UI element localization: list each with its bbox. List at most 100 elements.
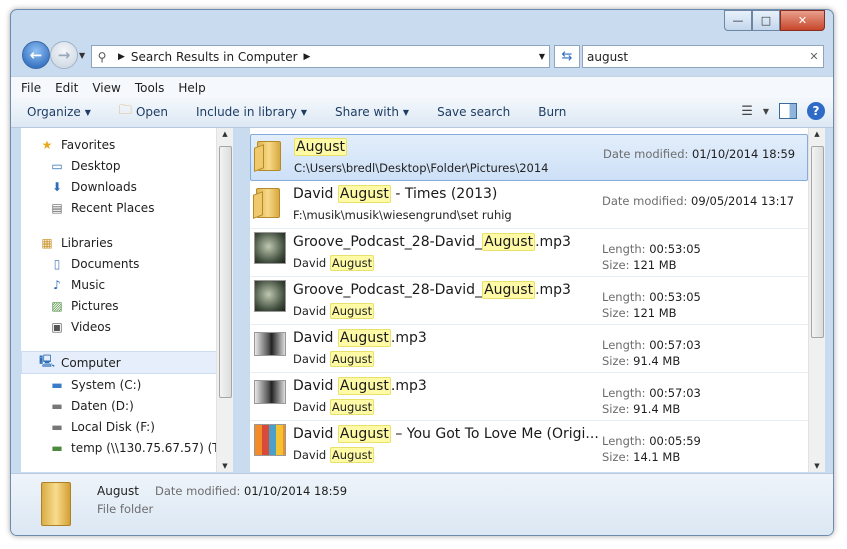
result-row[interactable]: Groove_Podcast_28-David_ August .mp3 David…: [250, 230, 808, 277]
scroll-down-icon[interactable]: ▼: [809, 462, 825, 470]
close-button[interactable]: ✕: [780, 10, 825, 31]
documents-icon: ▯: [53, 256, 61, 271]
burn-button[interactable]: Burn: [538, 105, 566, 119]
breadcrumb[interactable]: Search Results in Computer: [131, 50, 298, 64]
nav-label: Desktop: [71, 158, 121, 173]
result-size: Size: 14.1 MB: [602, 450, 681, 464]
drive-icon: ▬: [51, 419, 63, 434]
help-icon[interactable]: ?: [807, 102, 825, 120]
result-path: C:\Users\bredl\Desktop\Folder\Pictures\2…: [294, 161, 549, 175]
menu-file[interactable]: File: [21, 81, 41, 95]
result-row[interactable]: David August - Times (2013) F:\musik\mus…: [250, 182, 808, 229]
nav-music[interactable]: ♪ Music: [21, 274, 232, 295]
open-button[interactable]: 🗀 Open: [119, 101, 168, 123]
breadcrumb-separator[interactable]: ▶: [118, 52, 125, 62]
address-bar[interactable]: ⚲ ▶ Search Results in Computer ▶ ▼: [91, 45, 550, 68]
nav-desktop[interactable]: ▭ Desktop: [21, 155, 232, 176]
row-divider: [250, 324, 808, 325]
nav-label: Documents: [71, 256, 140, 271]
change-view-icon[interactable]: ☰: [741, 104, 753, 119]
result-row[interactable]: David August .mp3 David August Length: 00…: [250, 374, 808, 421]
nav-pictures[interactable]: ▨ Pictures: [21, 295, 232, 316]
minimize-button[interactable]: —: [724, 10, 752, 31]
windows-drive-icon: ▬: [51, 377, 63, 392]
scroll-up-icon[interactable]: ▲: [809, 130, 825, 138]
nav-temp-network-drive[interactable]: ▬ temp (\\130.75.67.57) (T:): [21, 437, 232, 458]
row-divider: [250, 228, 808, 229]
search-results-icon: ⚲: [97, 49, 107, 64]
save-search-label: Save search: [437, 105, 511, 119]
album-art-icon: [254, 332, 286, 356]
scroll-thumb[interactable]: [219, 146, 232, 398]
result-artist: David August: [293, 303, 375, 319]
downloads-icon: ⬇: [51, 179, 63, 194]
organize-button[interactable]: Organize ▼: [27, 105, 91, 119]
nav-label: Computer: [61, 355, 121, 370]
nav-videos[interactable]: ▣ Videos: [21, 316, 232, 337]
nav-favorites[interactable]: ★ Favorites: [21, 134, 232, 155]
result-name: August: [294, 138, 347, 156]
command-bar: Organize ▼ 🗀 Open Include in library ▼ Shar…: [11, 97, 833, 128]
view-controls: ☰ ▼ ?: [741, 102, 825, 120]
include-label: Include in library: [196, 105, 297, 119]
back-button[interactable]: ←: [22, 41, 50, 69]
clear-search-icon[interactable]: ✕: [805, 50, 823, 63]
folder-icon: [41, 482, 71, 526]
preview-pane-icon[interactable]: [779, 103, 797, 119]
results-scrollbar[interactable]: ▲ ▼: [808, 128, 825, 472]
refresh-button[interactable]: ⇆: [554, 45, 580, 68]
nav-label: Downloads: [71, 179, 137, 194]
result-row[interactable]: David August – You Got To Love Me (Origi…: [250, 422, 808, 469]
result-length: Length: 00:05:59: [602, 434, 701, 448]
menu-bar: File Edit View Tools Help: [11, 76, 833, 98]
nav-libraries[interactable]: ▦ Libraries: [21, 232, 232, 253]
explorer-window: — □ ✕ ← → ▼ ⚲ ▶ Search Results in Comput…: [10, 9, 834, 536]
result-row[interactable]: August C:\Users\bredl\Desktop\Folder\Pic…: [250, 134, 808, 181]
nav-system-drive[interactable]: ▬ System (C:): [21, 374, 232, 395]
result-row[interactable]: Groove_Podcast_28-David_ August .mp3 David…: [250, 278, 808, 325]
result-date: Date modified: 01/10/2014 18:59: [603, 147, 796, 161]
row-divider: [250, 276, 808, 277]
nav-daten-drive[interactable]: ▬ Daten (D:): [21, 395, 232, 416]
nav-documents[interactable]: ▯ Documents: [21, 253, 232, 274]
nav-recent-places[interactable]: ▤ Recent Places: [21, 197, 232, 218]
scroll-thumb[interactable]: [811, 146, 824, 338]
drive-icon: ▬: [51, 398, 63, 413]
menu-tools[interactable]: Tools: [135, 81, 165, 95]
search-box[interactable]: august ✕: [582, 45, 824, 68]
save-search-button[interactable]: Save search: [437, 105, 510, 119]
nav-label: Music: [71, 277, 106, 292]
results-list: August C:\Users\bredl\Desktop\Folder\Pic…: [250, 128, 808, 472]
nav-label: Pictures: [71, 298, 119, 313]
nav-local-disk-f[interactable]: ▬ Local Disk (F:): [21, 416, 232, 437]
search-input[interactable]: august: [583, 50, 805, 64]
forward-button[interactable]: →: [50, 41, 78, 69]
maximize-button[interactable]: □: [752, 10, 780, 31]
view-dropdown-icon[interactable]: ▼: [763, 107, 769, 116]
nav-downloads[interactable]: ⬇ Downloads: [21, 176, 232, 197]
menu-edit[interactable]: Edit: [55, 81, 78, 95]
include-in-library-button[interactable]: Include in library ▼: [196, 105, 307, 119]
result-size: Size: 121 MB: [602, 306, 677, 320]
scroll-down-icon[interactable]: ▼: [217, 462, 233, 470]
result-name: David August .mp3: [293, 377, 427, 395]
share-with-button[interactable]: Share with ▼: [335, 105, 409, 119]
result-name: David August – You Got To Love Me (Origi…: [293, 425, 599, 443]
menu-view[interactable]: View: [92, 81, 120, 95]
menu-help[interactable]: Help: [178, 81, 205, 95]
refresh-icon: ⇆: [561, 49, 573, 64]
album-art-icon: [254, 380, 286, 404]
result-name: Groove_Podcast_28-David_ August .mp3: [293, 281, 571, 299]
nav-label: Videos: [71, 319, 111, 334]
result-row[interactable]: David August .mp3 David August Length: 00…: [250, 326, 808, 373]
navigation-scrollbar[interactable]: ▲ ▼: [216, 128, 233, 472]
scroll-up-icon[interactable]: ▲: [217, 130, 233, 138]
chevron-down-icon: ▼: [300, 107, 308, 117]
recent-pages-dropdown[interactable]: ▼: [79, 51, 85, 60]
result-length: Length: 00:57:03: [602, 338, 701, 352]
result-length: Length: 00:53:05: [602, 242, 701, 256]
nav-computer[interactable]: 🖳 Computer: [21, 351, 232, 374]
result-size: Size: 121 MB: [602, 258, 677, 272]
address-dropdown-icon[interactable]: ▼: [539, 52, 545, 61]
breadcrumb-separator-end[interactable]: ▶: [304, 52, 311, 62]
